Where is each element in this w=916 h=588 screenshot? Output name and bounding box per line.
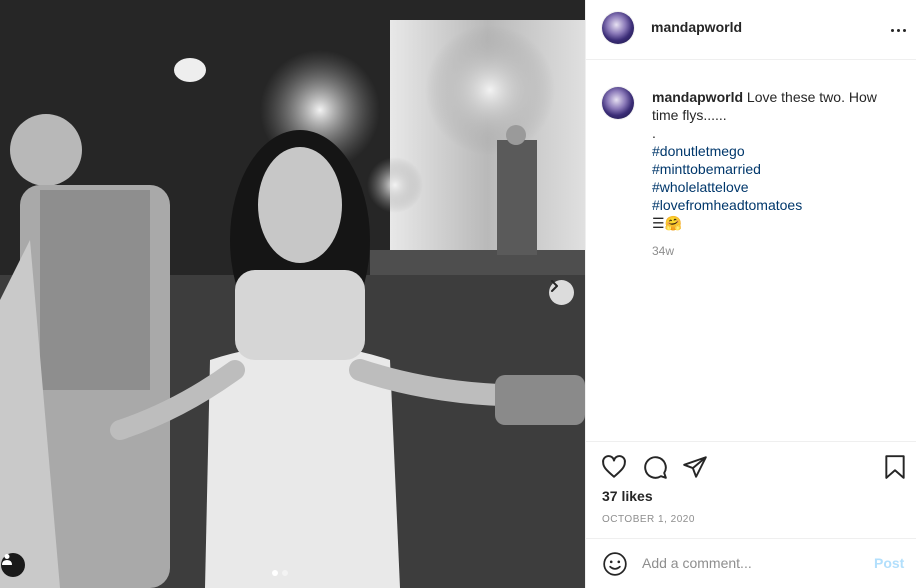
header-username[interactable]: mandapworld (651, 19, 742, 35)
avatar[interactable] (602, 12, 634, 44)
post-details-panel: mandapworld mandapworld Love these two. … (585, 0, 916, 588)
post-caption: mandapworld Love these two. How time fly… (652, 88, 902, 232)
paper-plane-icon[interactable] (682, 454, 708, 480)
post-time-ago[interactable]: 34w (652, 244, 674, 258)
caption-dot: . (652, 125, 656, 141)
more-dots-icon (890, 28, 894, 32)
carousel-dot (282, 570, 288, 576)
likes-count[interactable]: 37 likes (602, 488, 653, 504)
more-options-button[interactable] (886, 18, 910, 42)
comment-input[interactable] (642, 552, 852, 574)
chevron-right-icon (551, 280, 558, 292)
hashtag-link[interactable]: #lovefromheadtomatoes (652, 196, 902, 214)
photo-illustration (0, 0, 585, 588)
hashtag-link[interactable]: #wholelattelove (652, 178, 902, 196)
user-tag-icon (2, 554, 12, 565)
post-date: OCTOBER 1, 2020 (602, 514, 695, 525)
tagged-users-button[interactable] (1, 553, 25, 577)
comment-bar: Post (586, 538, 916, 588)
post-photo[interactable] (0, 0, 585, 588)
carousel-indicator (272, 570, 288, 576)
caption-avatar[interactable] (602, 87, 634, 119)
post-header: mandapworld (586, 0, 916, 60)
caption-username[interactable]: mandapworld (652, 89, 743, 105)
smiley-icon[interactable] (602, 551, 628, 577)
hashtag-link[interactable]: #donutletmego (652, 142, 902, 160)
bookmark-icon[interactable] (882, 454, 908, 480)
next-photo-button[interactable] (549, 280, 574, 305)
comment-icon[interactable] (642, 454, 668, 480)
hashtag-link[interactable]: #minttobemarried (652, 160, 902, 178)
post-actions: 37 likes OCTOBER 1, 2020 (586, 441, 916, 531)
caption-emoji: ☰🤗 (652, 215, 682, 231)
heart-icon[interactable] (601, 454, 627, 480)
carousel-dot-active (272, 570, 278, 576)
post-comment-button[interactable]: Post (874, 555, 904, 571)
